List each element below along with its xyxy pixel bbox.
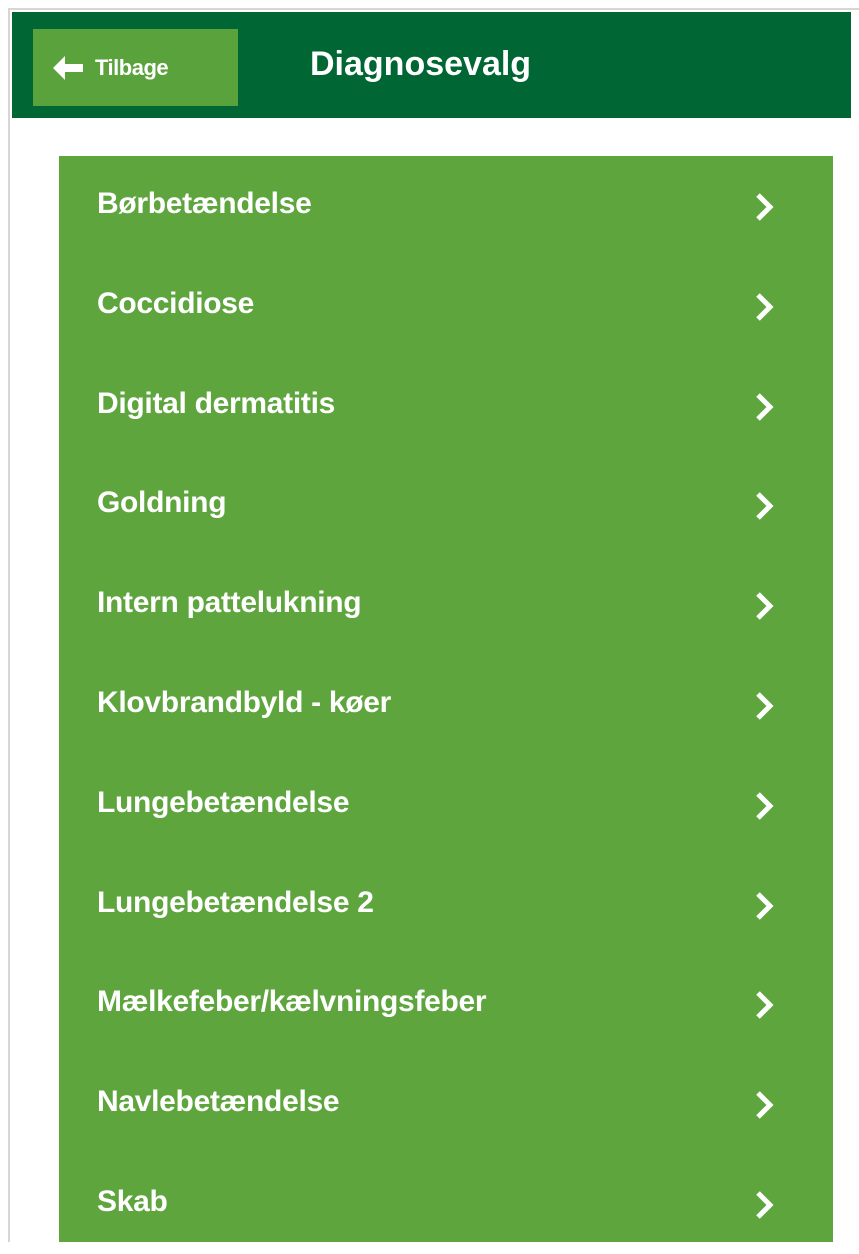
back-button-label: Tilbage: [95, 54, 169, 80]
chevron-right-icon: [756, 1191, 774, 1219]
diagnosis-item-label: Lungebetændelse 2: [97, 885, 374, 919]
diagnosis-item-label: Lungebetændelse: [97, 785, 350, 819]
diagnosis-item-label: Klovbrandbyld - køer: [97, 686, 392, 719]
chevron-right-icon: [756, 792, 774, 820]
arrow-left-icon: [53, 55, 83, 80]
diagnosis-list: Børbetændelse Coccidiose Digital dermatiti…: [59, 156, 833, 1242]
diagnosis-item-label: Mælkefeber/kælvningsfeber: [97, 985, 487, 1019]
chevron-right-icon: [756, 891, 774, 920]
diagnosis-item[interactable]: Coccidiose: [59, 256, 833, 356]
chevron-right-icon: [756, 1091, 774, 1119]
diagnosis-item[interactable]: Lungebetændelse: [59, 755, 833, 855]
diagnosis-item[interactable]: Mælkefeber/kælvningsfeber: [59, 954, 833, 1054]
page-title: Diagnosevalg: [310, 45, 532, 83]
header-bar: Tilbage Diagnosevalg: [12, 12, 851, 118]
diagnosis-item[interactable]: Digital dermatitis: [59, 356, 833, 456]
diagnosis-item-label: Goldning: [97, 486, 227, 520]
diagnosis-item-label: Intern pattelukning: [97, 586, 362, 620]
chevron-right-icon: [756, 692, 774, 720]
diagnosis-item-label: Navlebetændelse: [97, 1085, 340, 1119]
diagnosis-item[interactable]: Navlebetændelse: [59, 1054, 833, 1154]
chevron-right-icon: [756, 293, 774, 321]
chevron-right-icon: [756, 592, 774, 620]
diagnosis-item[interactable]: Goldning: [59, 455, 833, 555]
chevron-right-icon: [756, 193, 774, 221]
chevron-right-icon: [756, 392, 774, 421]
diagnosis-item-label: Coccidiose: [97, 286, 255, 320]
diagnosis-item-label: Børbetændelse: [97, 187, 312, 220]
diagnosis-item[interactable]: Intern pattelukning: [59, 555, 833, 655]
diagnosis-item[interactable]: Skab: [59, 1154, 833, 1254]
diagnosis-item[interactable]: Klovbrandbyld - køer: [59, 655, 833, 755]
diagnosis-item[interactable]: Lungebetændelse 2: [59, 855, 833, 955]
chevron-right-icon: [756, 492, 774, 521]
back-button[interactable]: Tilbage: [33, 29, 238, 106]
diagnosis-item[interactable]: Børbetændelse: [59, 156, 833, 256]
diagnosis-item-label: Skab: [97, 1185, 168, 1218]
diagnosis-item-label: Digital dermatitis: [97, 386, 335, 420]
chevron-right-icon: [756, 991, 774, 1020]
